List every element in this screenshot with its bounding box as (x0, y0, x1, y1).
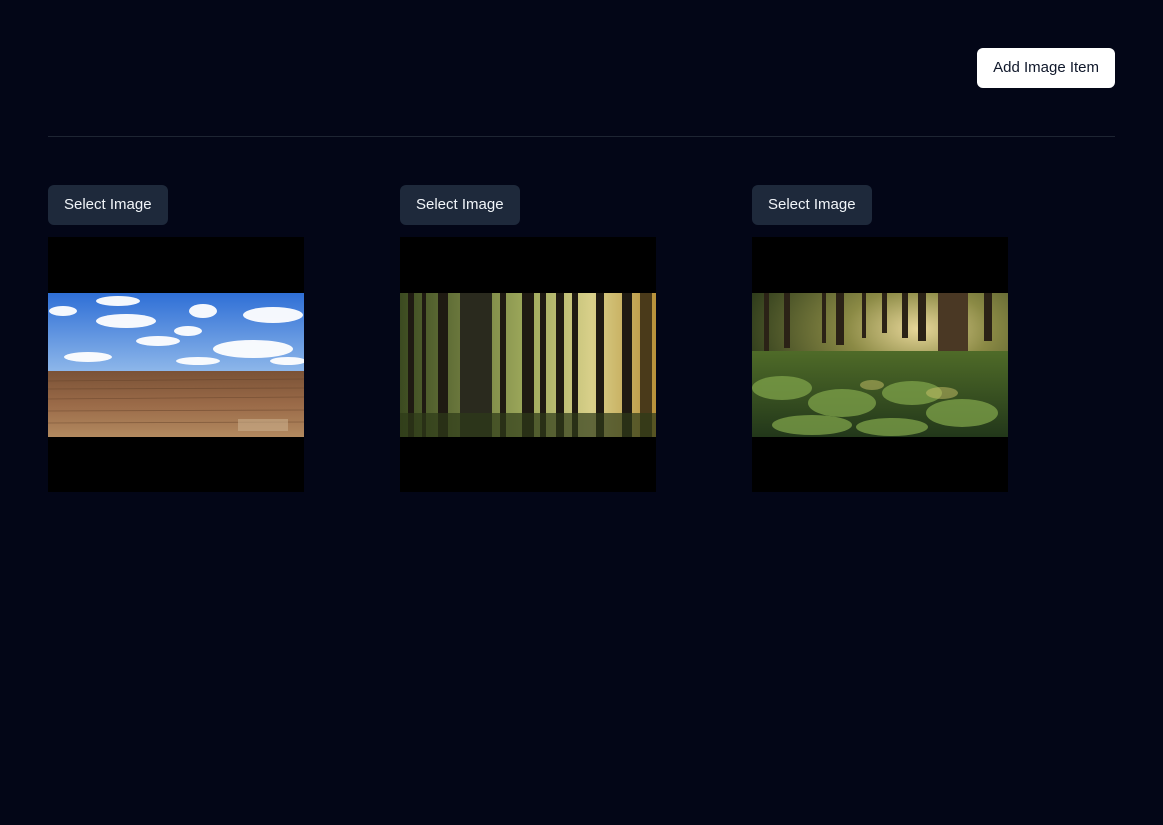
field-image (48, 293, 304, 437)
image-preview (752, 237, 1008, 492)
select-image-button[interactable]: Select Image (400, 185, 520, 225)
select-image-button[interactable]: Select Image (48, 185, 168, 225)
forest-image (400, 293, 656, 437)
page: Add Image Item Select Image Select Image… (0, 0, 1163, 825)
select-image-button[interactable]: Select Image (752, 185, 872, 225)
image-item: Select Image (400, 185, 656, 492)
header: Add Image Item (48, 0, 1115, 137)
add-image-item-button[interactable]: Add Image Item (977, 48, 1115, 88)
image-preview (48, 237, 304, 492)
image-item: Select Image (48, 185, 304, 492)
image-preview (400, 237, 656, 492)
image-item: Select Image (752, 185, 1008, 492)
fern-forest-image (752, 293, 1008, 437)
